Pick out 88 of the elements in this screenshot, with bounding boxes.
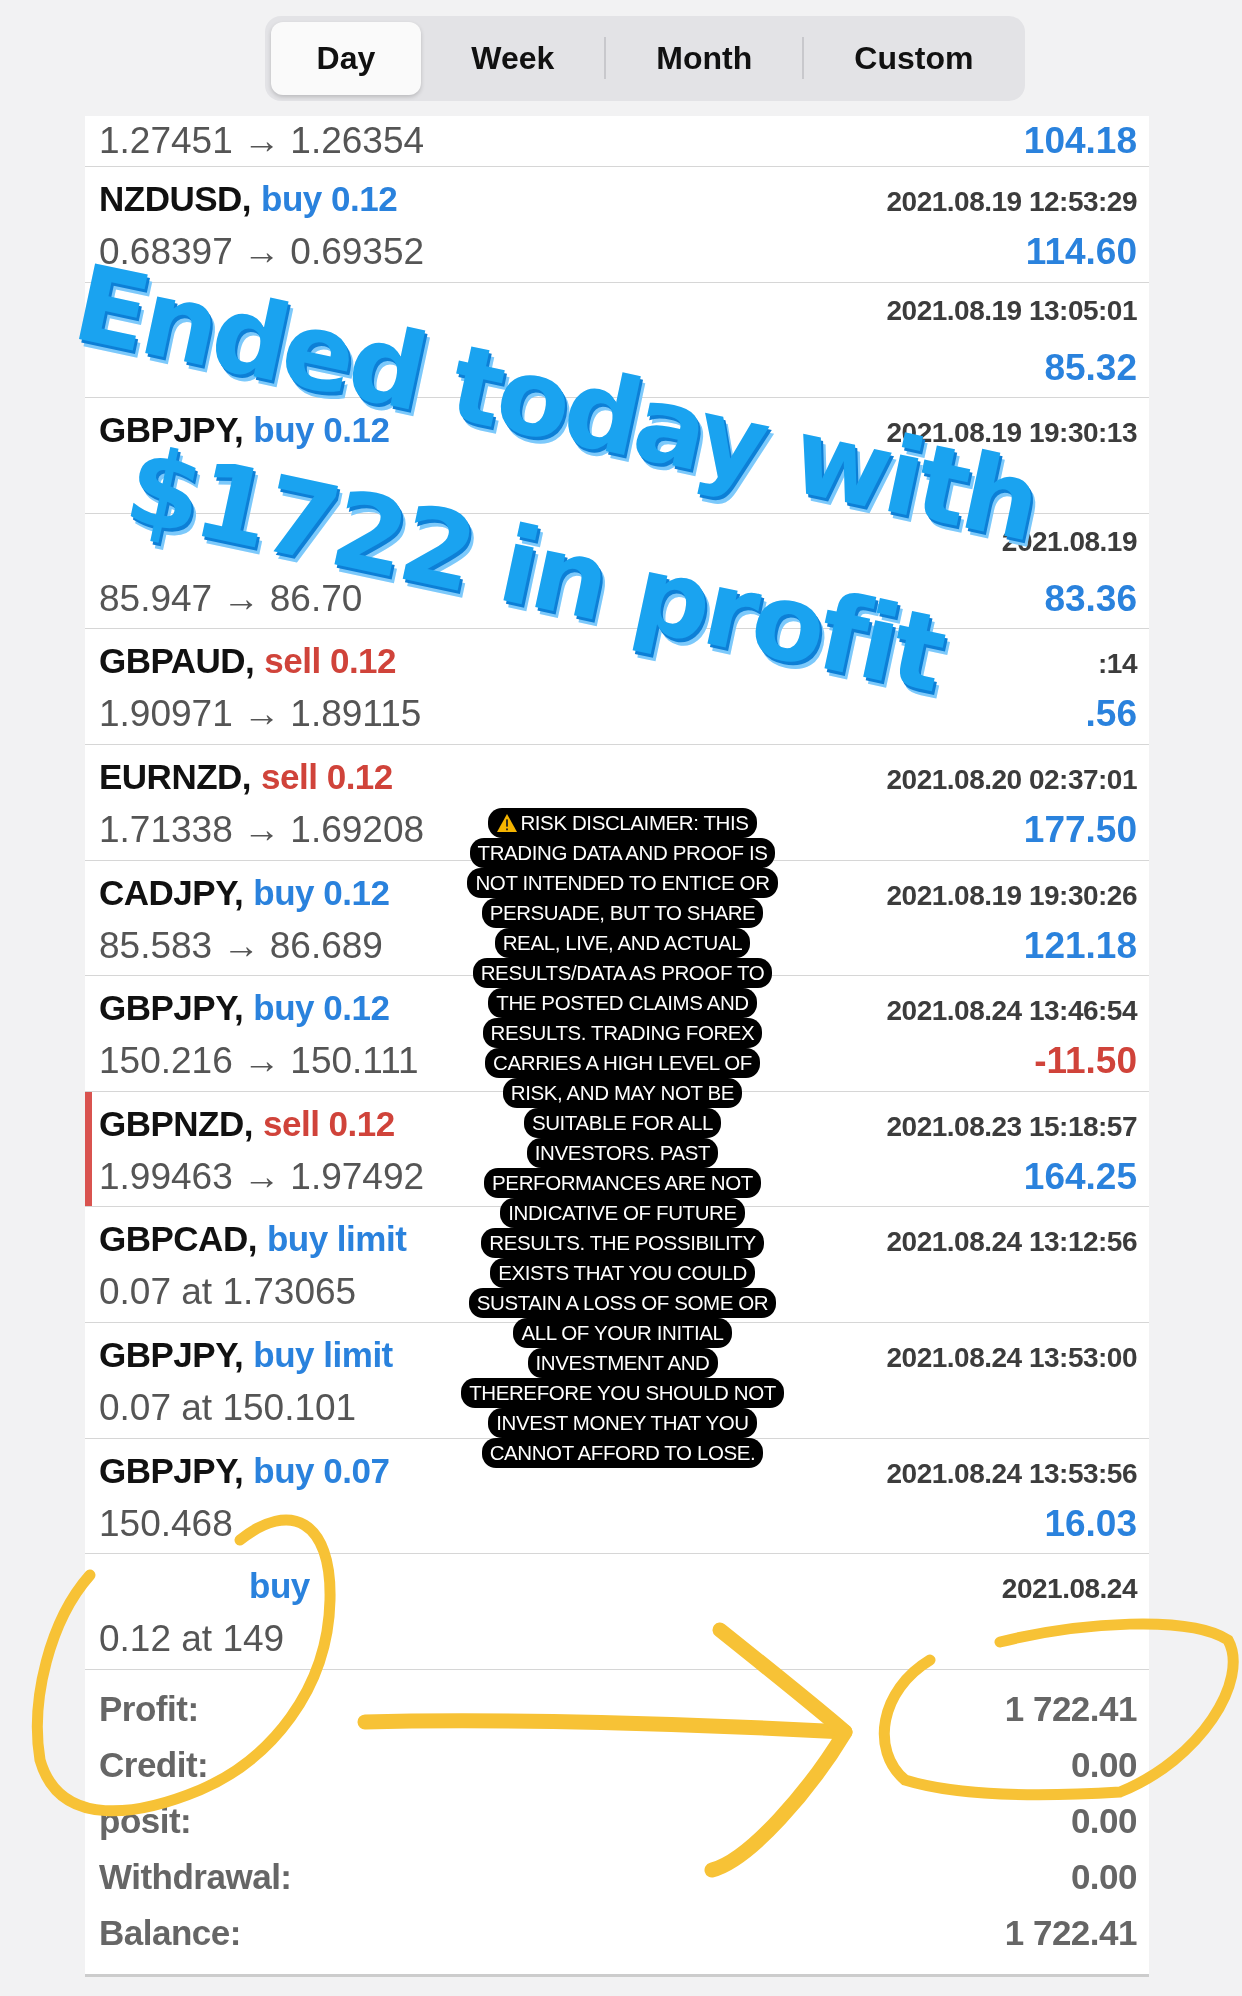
summary-value: 1 722.41 bbox=[1004, 1691, 1137, 1729]
disclaimer-text: THE POSTED CLAIMS AND bbox=[488, 988, 757, 1018]
symbol-text: NZDUSD, bbox=[99, 179, 252, 219]
symbol-text: GBPCAD, bbox=[99, 1219, 257, 1260]
price-text: 1.71338 → 1.69208 bbox=[99, 808, 425, 851]
order-text: buy 0.12 bbox=[253, 988, 390, 1029]
order-text: buy 0.07 bbox=[253, 1450, 390, 1491]
disclaimer-text: SUSTAIN A LOSS OF SOME OR bbox=[468, 1288, 777, 1318]
disclaimer-text: INVEST MONEY THAT YOU bbox=[488, 1408, 757, 1438]
profit-text: 177.50 bbox=[1023, 808, 1137, 851]
order-text: buy 0.12 bbox=[253, 410, 390, 450]
price-text: 1.27451 → 1.26354 bbox=[99, 120, 425, 162]
disclaimer-text: INDICATIVE OF FUTURE bbox=[500, 1198, 745, 1228]
disclaimer-text: RESULTS. THE POSSIBILITY bbox=[481, 1228, 764, 1258]
time-text: 2021.08.19 19:30:26 bbox=[886, 879, 1137, 912]
disclaimer-text: CARRIES A HIGH LEVEL OF bbox=[485, 1048, 760, 1078]
summary-value: 1 722.41 bbox=[1004, 1915, 1137, 1953]
profit-text: .56 bbox=[1085, 693, 1137, 736]
disclaimer-text: RESULTS/DATA AS PROOF TO bbox=[472, 958, 773, 988]
disclaimer-text: PERFORMANCES ARE NOT bbox=[484, 1168, 761, 1198]
period-tab[interactable]: Custom bbox=[808, 21, 1020, 95]
disclaimer-text: THEREFORE YOU SHOULD NOT bbox=[461, 1378, 784, 1408]
disclaimer-text: NOT INTENDED TO ENTICE OR bbox=[467, 868, 778, 898]
disclaimer-text: INVESTORS. PAST bbox=[526, 1138, 719, 1168]
order-text: sell 0.12 bbox=[264, 641, 397, 682]
time-text: 2021.08.19 13:05:01 bbox=[886, 294, 1137, 327]
time-text: 2021.08.23 15:18:57 bbox=[886, 1110, 1137, 1143]
time-text: 2021.08.24 13:12:56 bbox=[886, 1226, 1137, 1259]
disclaimer-text: EXISTS THAT YOU COULD bbox=[490, 1258, 755, 1288]
time-text: 2021.08.24 13:53:00 bbox=[886, 1341, 1137, 1374]
price-text: 150.468 bbox=[99, 1502, 233, 1545]
profit-text: 85.32 bbox=[1044, 346, 1137, 389]
order-text: buy 0.12 bbox=[253, 872, 390, 913]
price-text: 0.07 at 1.73065 bbox=[99, 1271, 357, 1314]
symbol-text: CADJPY, bbox=[99, 872, 244, 913]
order-text: buy 0.12 bbox=[261, 179, 398, 219]
symbol-text: GBPNZD, bbox=[99, 1103, 253, 1144]
order-text: sell 0.12 bbox=[261, 756, 393, 797]
order-text: sell 0.12 bbox=[263, 1103, 395, 1144]
price-text: 0.07 at 150.101 bbox=[99, 1386, 357, 1429]
summary-label: Balance: bbox=[99, 1915, 241, 1953]
order-text: buy limit bbox=[253, 1334, 393, 1375]
disclaimer-text: CANNOT AFFORD TO LOSE. bbox=[481, 1438, 764, 1468]
symbol-text: GBPJPY, bbox=[99, 1334, 244, 1375]
profit-text: 16.03 bbox=[1044, 1502, 1137, 1545]
symbol-text: GBPAUD, bbox=[99, 641, 255, 682]
disclaimer-text: INVESTMENT AND bbox=[527, 1348, 718, 1378]
time-text: :14 bbox=[1098, 648, 1137, 681]
profit-text: -11.50 bbox=[1034, 1040, 1137, 1083]
price-text: 0.12 at 149 bbox=[99, 1618, 285, 1661]
disclaimer-text: TRADING DATA AND PROOF IS bbox=[469, 838, 776, 868]
profit-text: 121.18 bbox=[1023, 924, 1137, 967]
price-text: 150.216 → 150.111 bbox=[99, 1040, 419, 1083]
period-tab[interactable]: Month bbox=[610, 21, 799, 95]
disclaimer-text: RESULTS. TRADING FOREX bbox=[482, 1018, 763, 1048]
disclaimer-text: RISK DISCLAIMER: THIS bbox=[488, 808, 757, 838]
summary-label: Profit: bbox=[99, 1691, 199, 1729]
disclaimer-text: REAL, LIVE, AND ACTUAL bbox=[494, 928, 751, 958]
order-text: buy limit bbox=[266, 1219, 407, 1260]
order-text: buy bbox=[249, 1566, 310, 1607]
time-text: 2021.08.24 bbox=[1001, 1573, 1137, 1606]
summary-label: Credit: bbox=[99, 1747, 209, 1785]
disclaimer-text: SUITABLE FOR ALL bbox=[523, 1108, 722, 1138]
profit-text: 114.60 bbox=[1025, 231, 1137, 273]
time-text: 2021.08.24 13:46:54 bbox=[886, 995, 1137, 1028]
warning-icon bbox=[496, 813, 519, 833]
period-tab[interactable]: Day bbox=[270, 21, 422, 95]
price-text: 1.99463 → 1.97492 bbox=[99, 1155, 425, 1198]
disclaimer-text: ALL OF YOUR INITIAL bbox=[513, 1318, 732, 1348]
summary-value: 0.00 bbox=[1070, 1803, 1137, 1841]
profit-text: 104.18 bbox=[1023, 120, 1137, 162]
disclaimer-text: RISK, AND MAY NOT BE bbox=[502, 1078, 743, 1108]
time-text: 2021.08.24 13:53:56 bbox=[886, 1457, 1137, 1490]
price-text: 85.583 → 86.689 bbox=[99, 924, 383, 967]
profit-text: 164.25 bbox=[1023, 1155, 1137, 1198]
symbol-text: EURNZD, bbox=[99, 756, 252, 797]
profit-text: 83.36 bbox=[1044, 577, 1137, 620]
summary-value: 0.00 bbox=[1070, 1859, 1137, 1897]
price-text: 1.90971 → 1.89115 bbox=[99, 693, 422, 736]
period-tab[interactable]: Week bbox=[425, 21, 601, 95]
summary-label: Withdrawal: bbox=[99, 1859, 292, 1897]
time-text: 2021.08.20 02:37:01 bbox=[886, 763, 1137, 796]
time-text: 2021.08.19 12:53:29 bbox=[886, 186, 1137, 218]
symbol-text: GBPJPY, bbox=[99, 988, 244, 1029]
summary-label: posit: bbox=[99, 1803, 192, 1841]
summary-value: 0.00 bbox=[1070, 1747, 1137, 1785]
disclaimer-text: PERSUADE, BUT TO SHARE bbox=[481, 898, 764, 928]
symbol-text: GBPJPY, bbox=[99, 1450, 244, 1491]
